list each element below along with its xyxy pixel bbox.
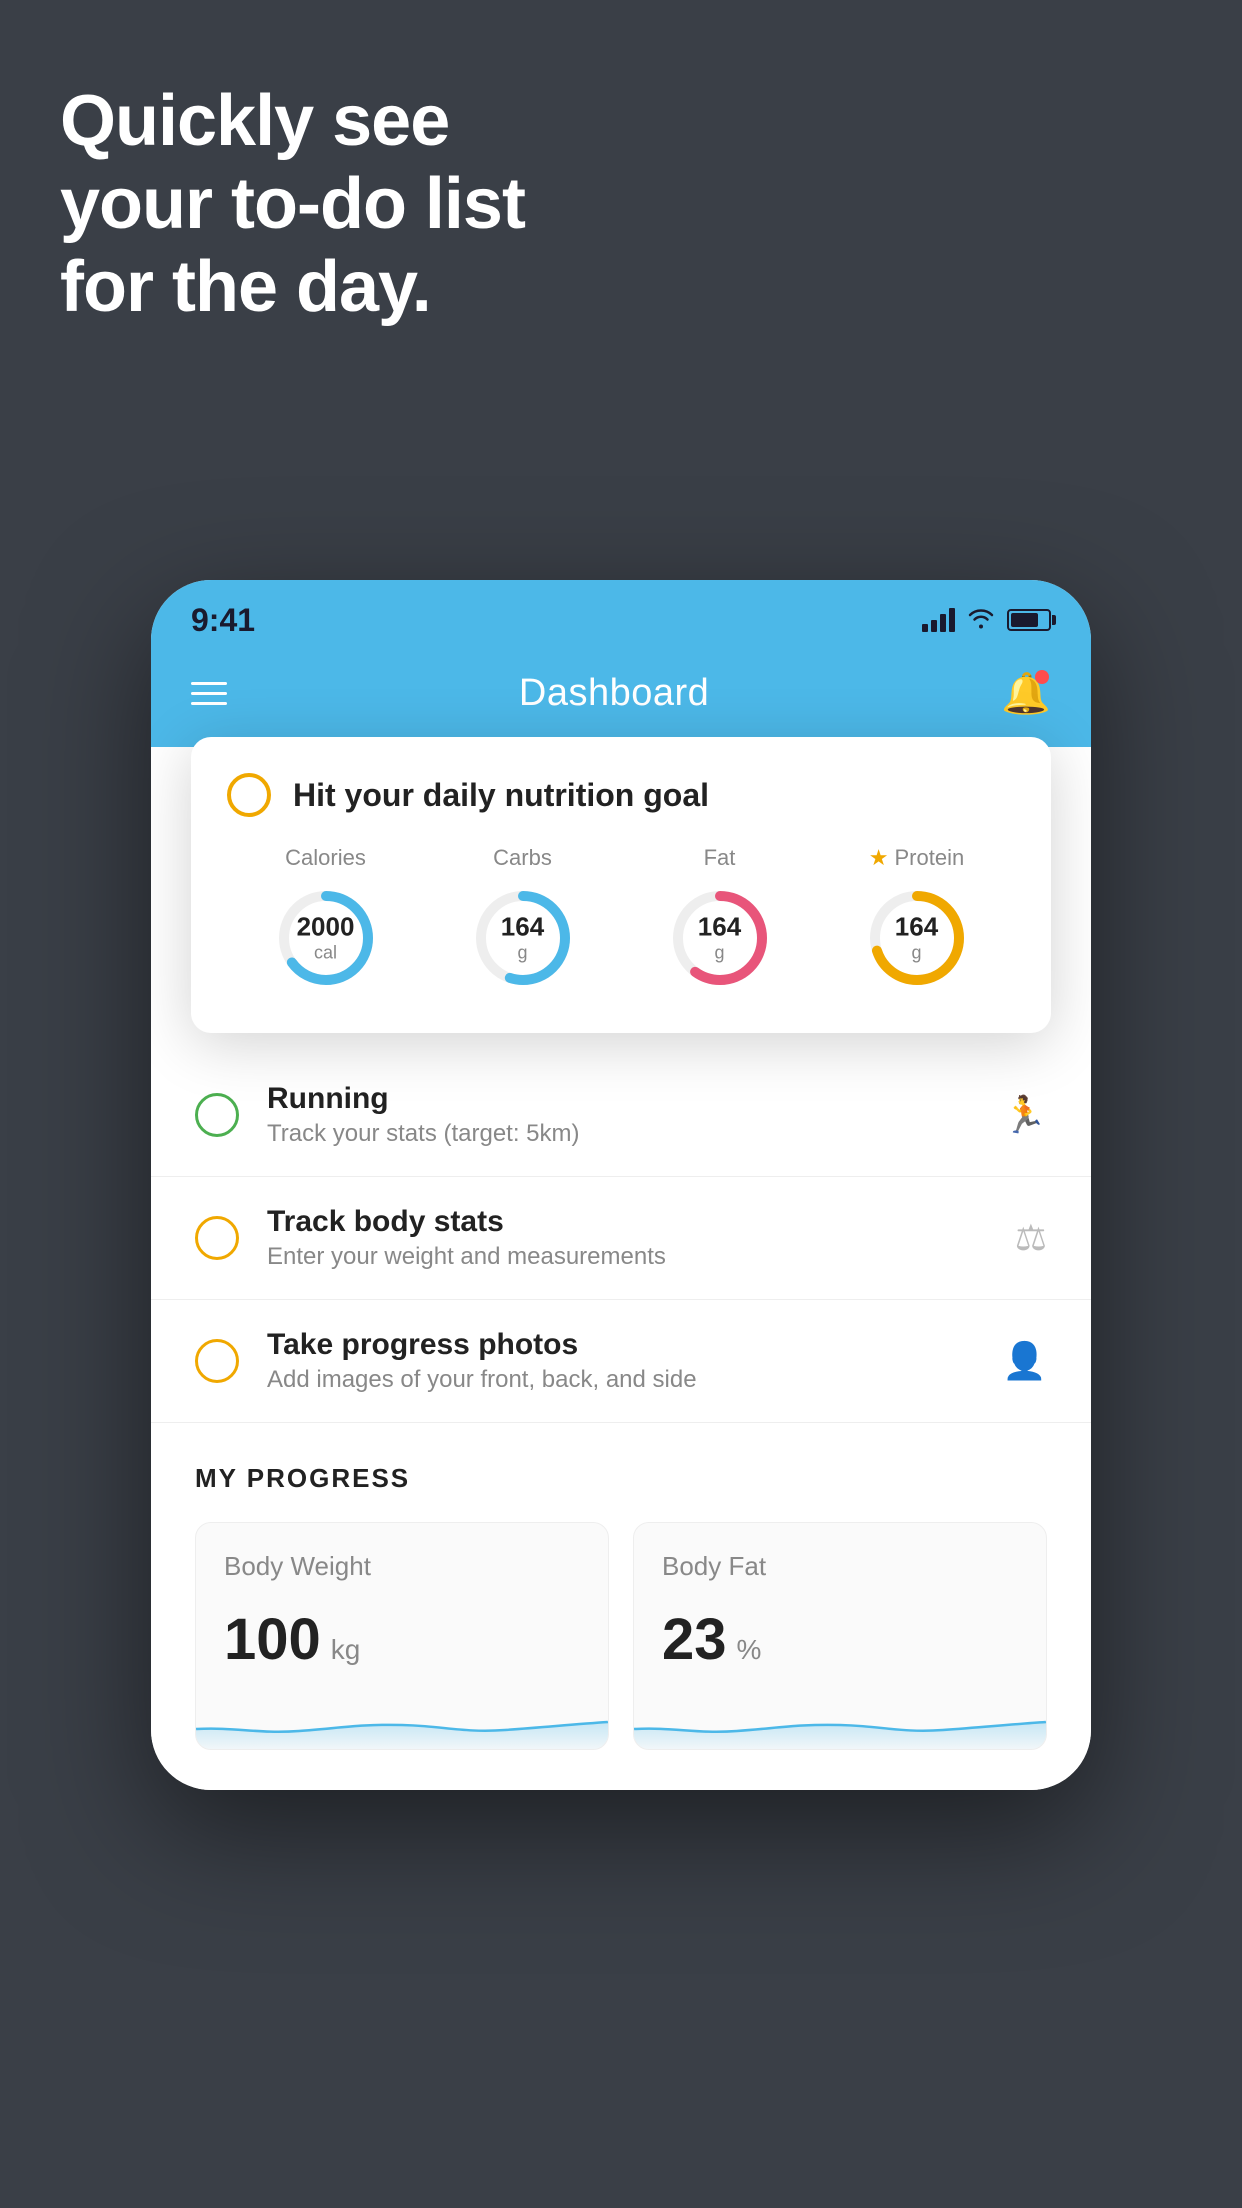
donut-value: 2000 <box>297 912 355 943</box>
donut-chart: 164 g <box>665 883 775 993</box>
status-time: 9:41 <box>191 602 255 639</box>
hero-text: Quickly see your to-do list for the day. <box>60 80 525 328</box>
todo-desc: Add images of your front, back, and side <box>267 1366 974 1394</box>
todo-list: Running Track your stats (target: 5km) 🏃 Tr… <box>151 1054 1091 1423</box>
wave-chart <box>196 1689 608 1749</box>
progress-value-row: 23% <box>662 1606 1018 1673</box>
donut-unit: g <box>501 943 544 965</box>
stat-label: Carbs <box>493 845 552 871</box>
donut-unit: g <box>895 943 938 965</box>
progress-value: 100 <box>224 1606 321 1673</box>
todo-text: Track body stats Enter your weight and me… <box>267 1205 987 1271</box>
nutrition-stat-col: ★Protein 164 g <box>862 845 972 993</box>
progress-card-title: Body Weight <box>224 1551 580 1582</box>
progress-card-title: Body Fat <box>662 1551 1018 1582</box>
todo-item[interactable]: Running Track your stats (target: 5km) 🏃 <box>151 1054 1091 1177</box>
progress-card[interactable]: Body Fat 23% <box>633 1522 1047 1750</box>
donut-value: 164 <box>698 912 741 943</box>
todo-text: Take progress photos Add images of your f… <box>267 1328 974 1394</box>
nutrition-card: Hit your daily nutrition goal Calories 2… <box>191 737 1051 1033</box>
todo-type-icon: 🏃 <box>1002 1094 1047 1136</box>
todo-type-icon: 👤 <box>1002 1340 1047 1382</box>
todo-text: Running Track your stats (target: 5km) <box>267 1082 974 1148</box>
notification-badge <box>1035 670 1049 684</box>
nutrition-stats: Calories 2000 cal Carbs 164 g Fat 164 g … <box>227 845 1015 993</box>
stat-label: Fat <box>704 845 736 871</box>
nutrition-title: Hit your daily nutrition goal <box>293 777 709 814</box>
todo-name: Track body stats <box>267 1205 987 1239</box>
donut-value: 164 <box>501 912 544 943</box>
donut-chart: 164 g <box>862 883 972 993</box>
progress-value-row: 100 kg <box>224 1606 580 1673</box>
stat-label-text: Protein <box>895 845 965 871</box>
app-body: THINGS TO DO TODAY Hit your daily nutrit… <box>151 747 1091 1790</box>
nutrition-stat-col: Calories 2000 cal <box>271 845 381 993</box>
progress-card[interactable]: Body Weight 100 kg <box>195 1522 609 1750</box>
todo-name: Running <box>267 1082 974 1116</box>
donut-unit: cal <box>297 943 355 965</box>
hero-line1: Quickly see <box>60 80 525 163</box>
stat-label-starred: ★Protein <box>869 845 964 871</box>
phone-frame: 9:41 Dashboard 🔔 <box>151 580 1091 1790</box>
wifi-icon <box>967 605 995 636</box>
nutrition-checkbox[interactable] <box>227 773 271 817</box>
donut-center: 164 g <box>698 912 741 965</box>
signal-icon <box>922 608 955 632</box>
progress-section: MY PROGRESS Body Weight 100 kg Body Fat 23% <box>151 1423 1091 1790</box>
nutrition-stat-col: Fat 164 g <box>665 845 775 993</box>
progress-unit: kg <box>331 1634 361 1666</box>
todo-desc: Enter your weight and measurements <box>267 1243 987 1271</box>
donut-unit: g <box>698 943 741 965</box>
todo-checkbox[interactable] <box>195 1339 239 1383</box>
progress-unit: % <box>737 1634 762 1666</box>
todo-item[interactable]: Take progress photos Add images of your f… <box>151 1300 1091 1423</box>
donut-value: 164 <box>895 912 938 943</box>
progress-cards: Body Weight 100 kg Body Fat 23% <box>195 1522 1047 1750</box>
hero-line2: your to-do list <box>60 163 525 246</box>
star-icon: ★ <box>869 845 889 871</box>
todo-checkbox[interactable] <box>195 1216 239 1260</box>
status-bar: 9:41 <box>151 580 1091 650</box>
donut-chart: 164 g <box>468 883 578 993</box>
nutrition-stat-col: Carbs 164 g <box>468 845 578 993</box>
donut-center: 164 g <box>895 912 938 965</box>
status-icons <box>922 605 1051 636</box>
app-title: Dashboard <box>519 672 709 715</box>
nutrition-title-row: Hit your daily nutrition goal <box>227 773 1015 817</box>
battery-icon <box>1007 609 1051 631</box>
notification-button[interactable]: 🔔 <box>1001 670 1051 717</box>
todo-checkbox[interactable] <box>195 1093 239 1137</box>
todo-name: Take progress photos <box>267 1328 974 1362</box>
todo-desc: Track your stats (target: 5km) <box>267 1120 974 1148</box>
progress-heading: MY PROGRESS <box>195 1463 1047 1494</box>
menu-button[interactable] <box>191 682 227 705</box>
donut-center: 2000 cal <box>297 912 355 965</box>
app-header: Dashboard 🔔 <box>151 650 1091 747</box>
donut-center: 164 g <box>501 912 544 965</box>
progress-value: 23 <box>662 1606 727 1673</box>
stat-label: Calories <box>285 845 366 871</box>
wave-chart <box>634 1689 1046 1749</box>
todo-type-icon: ⚖ <box>1015 1217 1047 1259</box>
donut-chart: 2000 cal <box>271 883 381 993</box>
todo-item[interactable]: Track body stats Enter your weight and me… <box>151 1177 1091 1300</box>
hero-line3: for the day. <box>60 246 525 329</box>
